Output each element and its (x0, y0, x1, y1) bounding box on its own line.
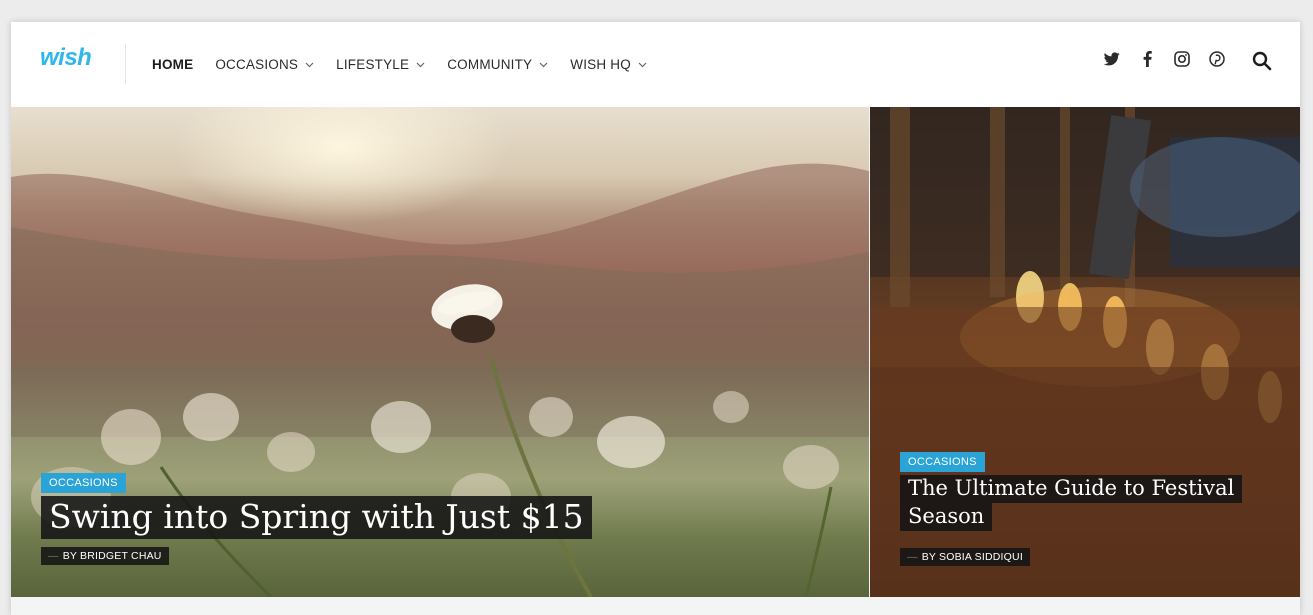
twitter-icon[interactable] (1103, 50, 1121, 68)
nav-item-occasions[interactable]: OCCASIONS (215, 57, 314, 72)
article-byline: — BY SOBIA SIDDIQUI (900, 548, 1030, 566)
category-tag[interactable]: OCCASIONS (41, 473, 126, 493)
header-divider (125, 44, 126, 84)
featured-side-card[interactable]: OCCASIONS The Ultimate Guide to Festival… (870, 107, 1300, 597)
byline-author: BY BRIDGET CHAU (62, 550, 162, 562)
article-title-text: Swing into Spring with Just $15 (41, 496, 592, 539)
chevron-down-icon (539, 62, 548, 67)
main-nav: HOME OCCASIONS LIFESTYLE COMMUNITY WISH … (152, 22, 669, 107)
nav-item-home[interactable]: HOME (152, 57, 193, 72)
search-icon[interactable] (1252, 51, 1272, 71)
byline-dash: — (48, 550, 59, 562)
wish-logo[interactable]: wish (39, 44, 105, 72)
social-links (1086, 50, 1226, 68)
article-title[interactable]: Swing into Spring with Just $15 (41, 495, 601, 539)
byline-dash: — (907, 551, 918, 563)
logo-text: wish (40, 44, 91, 71)
nav-item-lifestyle[interactable]: LIFESTYLE (336, 57, 425, 72)
content-area-top (11, 597, 1300, 615)
nav-item-label: COMMUNITY (447, 57, 533, 72)
category-tag[interactable]: OCCASIONS (900, 452, 985, 472)
chevron-down-icon (638, 62, 647, 67)
nav-item-label: HOME (152, 57, 194, 72)
nav-item-community[interactable]: COMMUNITY (447, 57, 548, 72)
facebook-icon[interactable] (1138, 50, 1156, 68)
category-tag-label: OCCASIONS (49, 477, 118, 489)
page-frame: wish HOME OCCASIONS LIFESTYLE COMMUNITY … (11, 22, 1300, 615)
category-tag-label: OCCASIONS (908, 456, 977, 468)
nav-item-wish-hq[interactable]: WISH HQ (570, 57, 647, 72)
nav-item-label: WISH HQ (570, 57, 631, 72)
article-title-text: The Ultimate Guide to Festival Season (900, 475, 1243, 531)
chevron-down-icon (416, 62, 425, 67)
pinterest-icon[interactable] (1208, 50, 1226, 68)
instagram-icon[interactable] (1173, 50, 1191, 68)
article-byline: — BY BRIDGET CHAU (41, 547, 169, 565)
nav-item-label: LIFESTYLE (336, 57, 410, 72)
chevron-down-icon (305, 62, 314, 67)
byline-author: BY SOBIA SIDDIQUI (921, 551, 1023, 563)
nav-item-label: OCCASIONS (215, 57, 299, 72)
article-title[interactable]: The Ultimate Guide to Festival Season (900, 475, 1290, 531)
featured-main-card[interactable]: OCCASIONS Swing into Spring with Just $1… (11, 107, 869, 597)
site-header: wish HOME OCCASIONS LIFESTYLE COMMUNITY … (11, 22, 1300, 107)
